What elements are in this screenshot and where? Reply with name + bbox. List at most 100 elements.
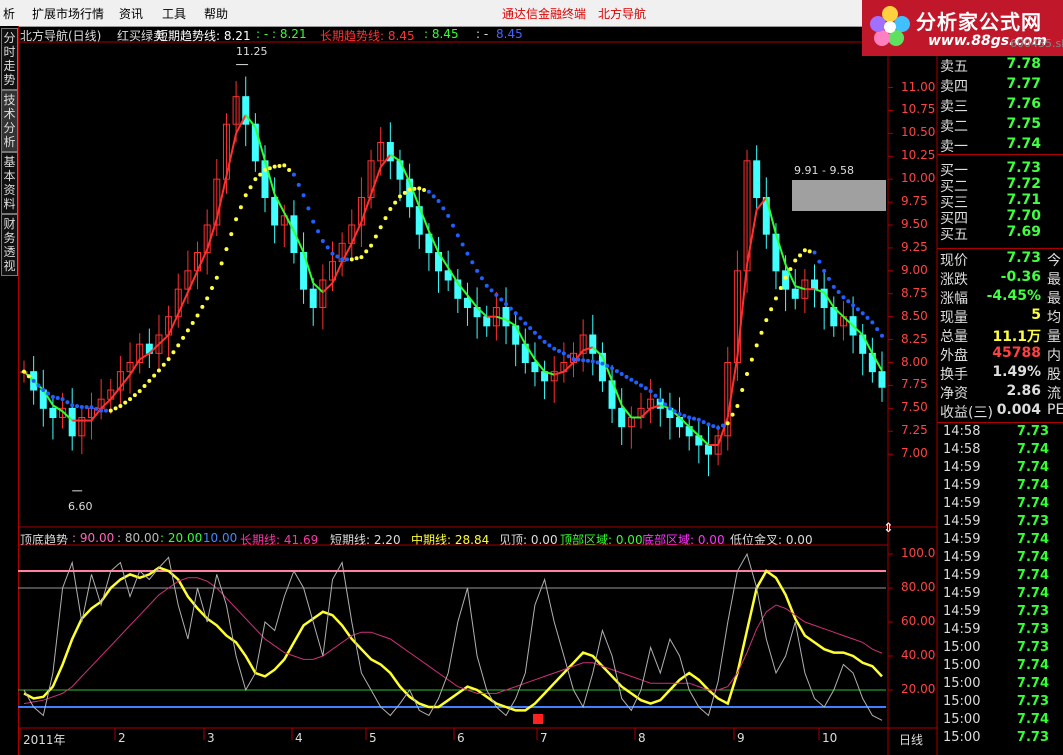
tick-time: 15:00 bbox=[943, 676, 981, 691]
quote-divider bbox=[937, 154, 1063, 155]
long-trend-dot bbox=[701, 420, 706, 425]
tick-price: 7.74 bbox=[1016, 550, 1049, 565]
tick-time: 14:59 bbox=[943, 514, 981, 529]
long-trend-dot bbox=[436, 198, 441, 203]
short-trend-segment bbox=[563, 361, 575, 373]
long-trend-dot bbox=[152, 373, 157, 378]
long-trend-dot bbox=[200, 304, 205, 309]
long-trend-dot bbox=[749, 357, 754, 362]
long-trend-dot bbox=[65, 400, 70, 405]
quote-row: 买五 7.69 bbox=[937, 224, 1063, 244]
quote-label: 卖三 bbox=[940, 99, 968, 115]
long-trend-dot bbox=[263, 168, 268, 172]
candle-body bbox=[463, 297, 471, 309]
sub-y-tick-label: 60.00 bbox=[901, 614, 936, 628]
long-trend-dot bbox=[484, 283, 489, 288]
quote-value: -0.36 bbox=[1000, 269, 1041, 285]
short-trend-segment bbox=[322, 282, 334, 293]
long-trend-dot bbox=[291, 172, 296, 177]
quote-extra: 量 bbox=[1047, 329, 1061, 345]
long-trend-dot bbox=[128, 397, 133, 402]
long-trend-dot bbox=[692, 416, 697, 421]
long-trend-dot bbox=[658, 398, 663, 403]
long-trend-dot bbox=[359, 255, 364, 260]
low-annotation: 6.60 bbox=[68, 500, 93, 513]
tick-time: 15:00 bbox=[943, 694, 981, 709]
short-trend-segment bbox=[746, 209, 758, 265]
tick-row: 14:59 7.74 bbox=[937, 586, 1063, 604]
long-trend-dot bbox=[79, 405, 84, 410]
quote-label: 买五 bbox=[940, 227, 968, 243]
candle-body bbox=[811, 279, 819, 290]
long-trend-dot bbox=[108, 408, 113, 413]
long-trend-dot bbox=[378, 225, 383, 230]
long-trend-dot bbox=[504, 302, 509, 307]
long-trend-dot bbox=[783, 275, 788, 280]
y-tick-label: 7.25 bbox=[901, 423, 928, 438]
tick-row: 15:00 7.73 bbox=[937, 730, 1063, 748]
long-trend-dot bbox=[238, 205, 243, 210]
long-trend-dot bbox=[407, 187, 412, 192]
long-trend-dot bbox=[60, 397, 65, 402]
candle-body bbox=[483, 316, 491, 327]
long-trend-dot bbox=[643, 386, 648, 391]
long-trend-dot bbox=[730, 412, 735, 417]
long-trend-dot bbox=[513, 311, 518, 316]
candle-body bbox=[271, 197, 279, 226]
tick-price: 7.74 bbox=[1016, 586, 1049, 601]
quote-value: 7.77 bbox=[1006, 76, 1041, 92]
long-trend-dot bbox=[624, 374, 629, 379]
tick-time: 14:59 bbox=[943, 532, 981, 547]
short-trend-segment bbox=[177, 291, 189, 315]
tick-time: 14:58 bbox=[943, 442, 981, 457]
range-box bbox=[792, 180, 886, 211]
quote-value: 7.73 bbox=[1006, 160, 1041, 176]
tick-row: 14:59 7.74 bbox=[937, 532, 1063, 550]
short-trend-segment bbox=[158, 334, 170, 345]
long-trend-dot bbox=[147, 378, 152, 383]
candle-body bbox=[878, 371, 886, 388]
long-trend-dot bbox=[638, 383, 643, 388]
short-trend-segment bbox=[100, 398, 112, 410]
tick-price: 7.73 bbox=[1016, 622, 1049, 637]
quote-label: 收益(三) bbox=[940, 405, 993, 421]
y-tick-label: 8.50 bbox=[901, 308, 928, 323]
long-trend-dot bbox=[142, 383, 147, 388]
x-tick-label: 6 bbox=[457, 731, 465, 745]
long-trend-dot bbox=[826, 276, 831, 281]
long-trend-dot bbox=[31, 378, 36, 383]
long-trend-dot bbox=[301, 193, 306, 198]
long-trend-dot bbox=[26, 374, 31, 379]
candle-body bbox=[309, 288, 317, 308]
tick-price: 7.74 bbox=[1016, 712, 1049, 727]
long-trend-dot bbox=[441, 206, 446, 211]
long-trend-dot bbox=[344, 257, 349, 262]
long-trend-dot bbox=[113, 406, 118, 411]
quote-value: 7.76 bbox=[1006, 96, 1041, 112]
long-trend-dot bbox=[802, 248, 807, 253]
tick-time: 15:00 bbox=[943, 730, 981, 745]
long-trend-dot bbox=[229, 232, 234, 237]
short-trend-segment bbox=[726, 356, 739, 418]
quote-row: 净资 2.86 流 bbox=[937, 383, 1063, 403]
long-trend-dot bbox=[55, 396, 60, 401]
long-trend-dot bbox=[195, 313, 200, 318]
long-trend-dot bbox=[716, 425, 721, 430]
short-trend-segment bbox=[225, 133, 238, 177]
long-trend-dot bbox=[489, 288, 494, 293]
long-trend-dot bbox=[518, 316, 523, 321]
period-label[interactable]: 日线 bbox=[899, 731, 923, 748]
tick-time: 14:59 bbox=[943, 568, 981, 583]
resize-handle-icon[interactable]: ⇕ bbox=[883, 521, 894, 536]
long-trend-dot bbox=[446, 213, 451, 218]
tick-price: 7.73 bbox=[1016, 730, 1049, 745]
long-trend-dot bbox=[653, 393, 658, 398]
long-trend-dot bbox=[176, 343, 181, 348]
long-trend-dot bbox=[778, 286, 783, 291]
tick-price: 7.74 bbox=[1016, 460, 1049, 475]
quote-extra: 最 bbox=[1047, 272, 1061, 288]
short-trend-segment bbox=[206, 218, 218, 250]
short-trend-segment bbox=[215, 175, 228, 220]
quote-label: 卖四 bbox=[940, 79, 968, 95]
long-trend-dot bbox=[682, 413, 687, 418]
